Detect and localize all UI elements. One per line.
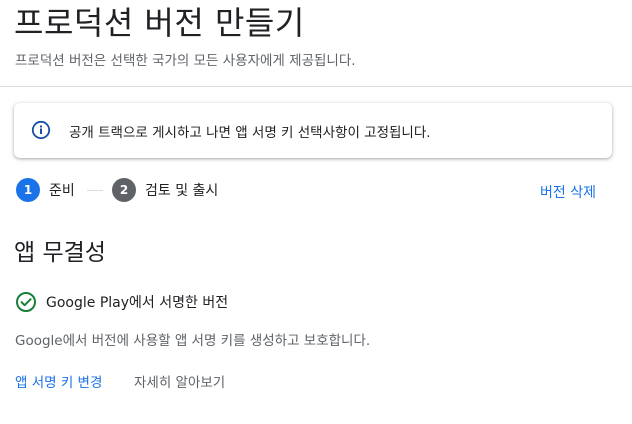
check-circle-icon [16, 292, 36, 312]
step-prepare[interactable]: 1 준비 [16, 178, 75, 202]
step-connector [87, 190, 103, 191]
app-integrity-title: 앱 무결성 [14, 240, 106, 266]
info-banner-text: 공개 트랙으로 게시하고 나면 앱 서명 키 선택사항이 고정됩니다. [69, 125, 431, 141]
info-icon [31, 120, 51, 140]
change-signing-key-link[interactable]: 앱 서명 키 변경 [15, 371, 102, 391]
signing-status-text: Google Play에서 서명한 버전 [46, 295, 229, 311]
step-number-badge: 2 [112, 178, 136, 202]
page-title: 프로덕션 버전 만들기 [14, 4, 305, 42]
step-review-and-release[interactable]: 2 검토 및 출시 [112, 178, 218, 202]
learn-more-link[interactable]: 자세히 알아보기 [134, 371, 225, 391]
step-label: 검토 및 출시 [145, 183, 219, 199]
page-subtitle: 프로덕션 버전은 선택한 국가의 모든 사용자에게 제공됩니다. [15, 53, 356, 69]
step-label: 준비 [49, 183, 75, 199]
delete-release-button[interactable]: 버전 삭제 [540, 182, 596, 202]
app-integrity-description: Google에서 버전에 사용할 앱 서명 키를 생성하고 보호합니다. [15, 333, 371, 349]
signing-status: Google Play에서 서명한 버전 [15, 291, 228, 313]
info-banner: 공개 트랙으로 게시하고 나면 앱 서명 키 선택사항이 고정됩니다. [14, 103, 612, 158]
step-number-badge: 1 [16, 178, 40, 202]
header-divider [0, 86, 632, 87]
